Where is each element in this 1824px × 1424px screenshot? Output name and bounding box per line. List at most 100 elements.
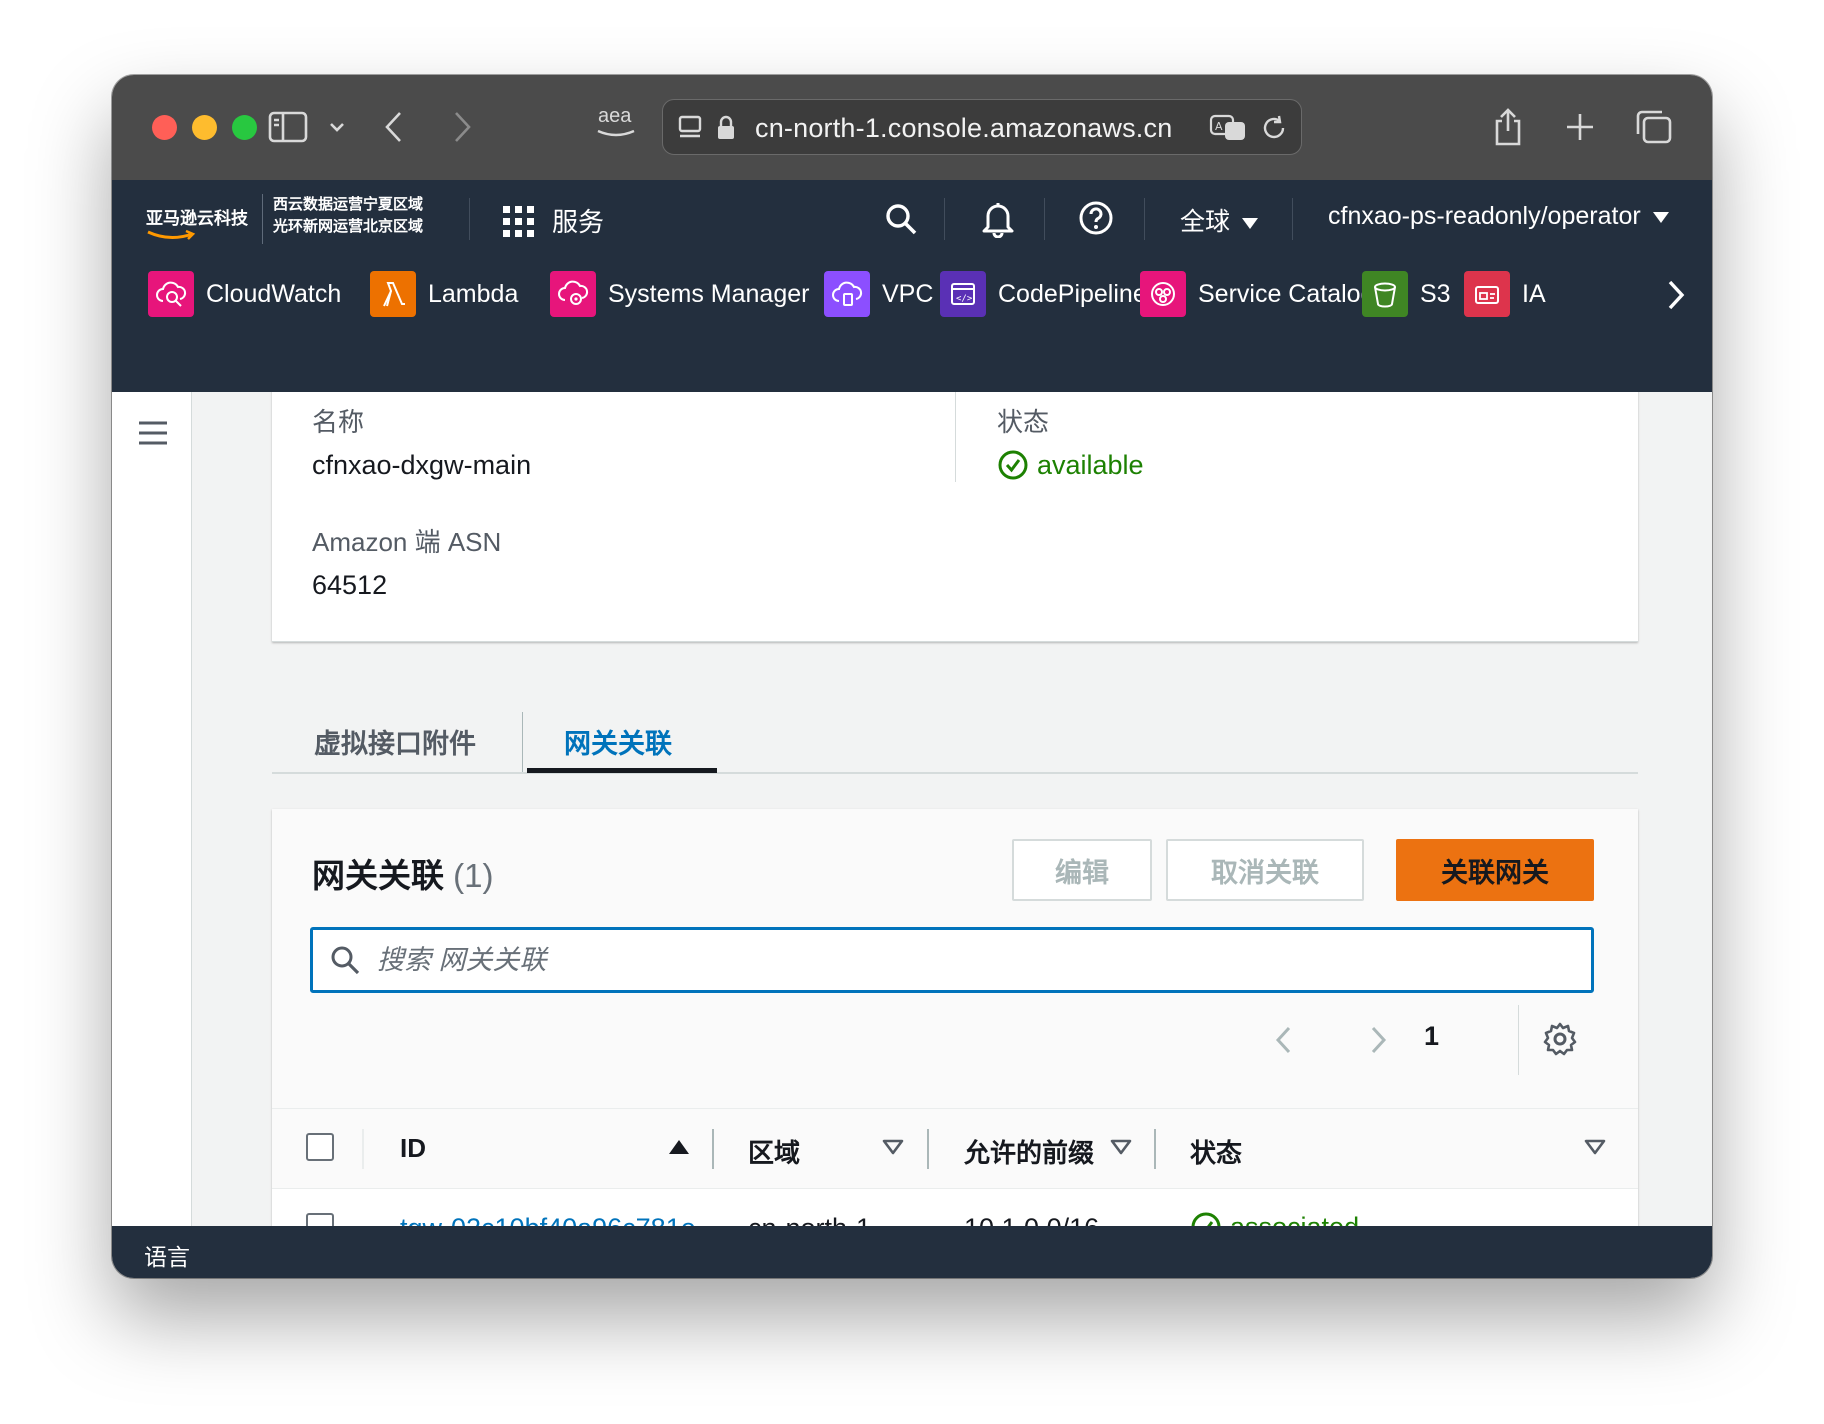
minimize-window-button[interactable] bbox=[192, 115, 217, 140]
address-bar[interactable]: cn-north-1.console.amazonaws.cn A bbox=[662, 99, 1302, 155]
caret-down-icon bbox=[1652, 211, 1669, 223]
help-icon[interactable] bbox=[1078, 200, 1114, 236]
status-label: 状态 bbox=[997, 407, 1050, 437]
favorite-iam[interactable]: IA bbox=[1464, 270, 1546, 318]
associations-title: 网关关联 (1) bbox=[312, 849, 494, 897]
divider bbox=[1044, 198, 1045, 240]
menu-hamburger-icon[interactable] bbox=[138, 420, 168, 446]
new-tab-icon[interactable] bbox=[1560, 99, 1600, 155]
associations-count: (1) bbox=[453, 857, 494, 894]
sort-caret-down-icon[interactable] bbox=[882, 1139, 904, 1155]
select-all-checkbox[interactable] bbox=[306, 1133, 334, 1161]
column-divider bbox=[1154, 1129, 1156, 1169]
divider bbox=[1144, 198, 1145, 240]
favorite-service-catalog[interactable]: Service Catalog bbox=[1140, 270, 1374, 318]
favorite-vpc[interactable]: VPC bbox=[824, 270, 933, 318]
column-divider bbox=[955, 392, 956, 482]
zoom-window-button[interactable] bbox=[232, 115, 257, 140]
favorite-cloudwatch[interactable]: CloudWatch bbox=[148, 270, 341, 318]
close-window-button[interactable] bbox=[152, 115, 177, 140]
chevron-down-icon[interactable] bbox=[322, 99, 352, 155]
row-allowed-prefixes: 10.1.0.0/16 bbox=[964, 1213, 1099, 1226]
table-settings-gear-icon[interactable] bbox=[1542, 1021, 1578, 1057]
sidebar-toggle-icon[interactable] bbox=[264, 99, 312, 155]
edit-button[interactable]: 编辑 bbox=[1012, 839, 1152, 901]
disassociate-button[interactable]: 取消关联 bbox=[1166, 839, 1364, 901]
search-icon[interactable] bbox=[884, 202, 918, 236]
column-header-region[interactable]: 区域 bbox=[748, 1133, 800, 1170]
name-value: cfnxao-dxgw-main bbox=[312, 450, 532, 480]
status-available: available bbox=[997, 449, 1144, 481]
favorite-label: CodePipeline bbox=[998, 279, 1147, 308]
share-icon[interactable] bbox=[1488, 99, 1528, 155]
tab-divider bbox=[522, 712, 523, 772]
spacer bbox=[1368, 1021, 1369, 1022]
sort-caret-down-icon[interactable] bbox=[1584, 1139, 1606, 1155]
associate-gateway-button[interactable]: 关联网关 bbox=[1396, 839, 1594, 901]
page-menu-icon[interactable] bbox=[677, 114, 705, 142]
search-field[interactable] bbox=[310, 927, 1594, 993]
column-header-allowed-prefixes[interactable]: 允许的前缀 bbox=[964, 1133, 1094, 1170]
favorites-bar: CloudWatch Lambda Systems Manager VPC </… bbox=[112, 258, 1712, 392]
extension-label: aea bbox=[598, 105, 632, 127]
gateway-details-card: 名称 cfnxao-dxgw-main 状态 available Amazon … bbox=[272, 392, 1638, 642]
aws-smile-icon bbox=[147, 229, 196, 240]
favorites-scroll-right-icon[interactable] bbox=[1664, 278, 1688, 312]
account-menu[interactable]: cfnxao-ps-readonly/operator bbox=[1328, 202, 1669, 231]
tab-gateway-associations[interactable]: 网关关联 bbox=[564, 722, 672, 761]
column-divider bbox=[927, 1129, 929, 1169]
status-value: available bbox=[1037, 449, 1144, 480]
table-head: ID 区域 允许的前缀 状态 bbox=[272, 1109, 1638, 1189]
asn-label: Amazon 端 ASN bbox=[312, 527, 502, 557]
gateway-associations-card: 网关关联 (1) 编辑 取消关联 关联网关 1 bbox=[272, 809, 1638, 1226]
extension-aea-icon[interactable]: aea bbox=[597, 105, 635, 137]
current-page[interactable]: 1 bbox=[1424, 1021, 1439, 1052]
table-row[interactable]: tgw-02c10bf40a96c781e cn-north-1 10.1.0.… bbox=[272, 1189, 1638, 1226]
next-page-icon[interactable] bbox=[1366, 1024, 1390, 1056]
name-label: 名称 bbox=[312, 407, 365, 437]
services-grid-icon[interactable] bbox=[502, 205, 536, 239]
cloudwatch-icon bbox=[148, 271, 194, 317]
aws-logo[interactable]: 亚马逊云科技 bbox=[146, 204, 248, 229]
translate-icon[interactable]: A bbox=[1209, 112, 1249, 144]
region-selector[interactable]: 全球 bbox=[1180, 202, 1259, 238]
column-header-status[interactable]: 状态 bbox=[1190, 1133, 1242, 1170]
url-text: cn-north-1.console.amazonaws.cn bbox=[755, 113, 1173, 143]
sort-caret-down-icon[interactable] bbox=[1110, 1139, 1132, 1155]
favorite-label: Service Catalog bbox=[1198, 279, 1375, 308]
back-icon[interactable] bbox=[374, 99, 414, 155]
gateway-id-link[interactable]: tgw-02c10bf40a96c781e bbox=[400, 1213, 696, 1226]
s3-icon bbox=[1362, 271, 1408, 317]
lock-icon bbox=[718, 115, 734, 139]
caret-down-icon bbox=[1242, 217, 1259, 229]
column-header-id[interactable]: ID bbox=[400, 1133, 426, 1164]
success-check-icon bbox=[1191, 1212, 1221, 1226]
tab-virtual-interface-attachments[interactable]: 虚拟接口附件 bbox=[314, 722, 476, 761]
tab-overview-icon[interactable] bbox=[1632, 99, 1676, 155]
operator-region-info: 西云数据运营宁夏区域 光环新网运营北京区域 bbox=[262, 194, 423, 244]
language-selector[interactable]: 语言 bbox=[144, 1238, 190, 1272]
favorite-lambda[interactable]: Lambda bbox=[370, 270, 518, 318]
favorite-s3[interactable]: S3 bbox=[1362, 270, 1451, 318]
success-check-icon bbox=[998, 450, 1028, 480]
browser-toolbar: aea cn-north-1.console.amazonaws.cn A bbox=[112, 75, 1712, 180]
forward-icon[interactable] bbox=[442, 99, 482, 155]
reload-icon[interactable] bbox=[1259, 113, 1289, 143]
aws-console-header: 亚马逊云科技 西云数据运营宁夏区域 光环新网运营北京区域 服务 全球 cfnxa… bbox=[112, 180, 1712, 392]
favorite-label: IA bbox=[1522, 279, 1546, 308]
row-select-checkbox[interactable] bbox=[306, 1213, 334, 1226]
notifications-bell-icon[interactable] bbox=[980, 200, 1016, 238]
favorite-label: Lambda bbox=[428, 279, 519, 308]
divider bbox=[469, 198, 470, 240]
search-input[interactable] bbox=[377, 940, 1557, 980]
favorite-label: Systems Manager bbox=[608, 279, 810, 308]
row-status: associated bbox=[1190, 1211, 1359, 1226]
favorite-systems-manager[interactable]: Systems Manager bbox=[550, 270, 809, 318]
favorite-label: VPC bbox=[882, 279, 934, 308]
favorite-codepipeline[interactable]: </> CodePipeline bbox=[940, 270, 1147, 318]
active-tab-indicator bbox=[527, 768, 717, 773]
previous-page-icon[interactable] bbox=[1272, 1024, 1296, 1056]
search-icon bbox=[331, 946, 360, 975]
services-menu[interactable]: 服务 bbox=[552, 202, 604, 239]
sort-ascending-icon[interactable] bbox=[668, 1139, 690, 1155]
